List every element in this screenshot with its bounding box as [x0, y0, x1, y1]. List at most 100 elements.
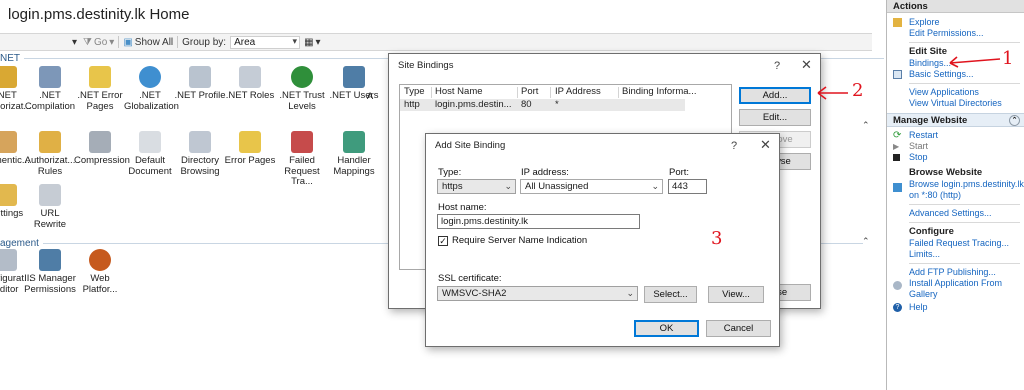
view-applications-link[interactable]: View Applications [887, 87, 1024, 98]
add-binding-title: Add Site Binding [435, 140, 506, 151]
add-binding-button[interactable]: Add... [739, 87, 811, 104]
view-certificate-button[interactable]: View... [708, 286, 764, 303]
type-label: Type: [438, 167, 462, 178]
manage-website-header[interactable]: Manage Website ⌃ [887, 113, 1024, 127]
go-button[interactable]: ⧩ Go ▾ [83, 37, 114, 48]
column-header-ip-address[interactable]: IP Address [555, 85, 601, 99]
edit-binding-button[interactable]: Edit... [739, 109, 811, 126]
select-certificate-button[interactable]: Select... [644, 286, 697, 303]
edit-permissions-link[interactable]: Edit Permissions... [887, 28, 1024, 39]
ok-button[interactable]: OK [634, 320, 699, 337]
column-header-host-name[interactable]: Host Name [435, 85, 483, 99]
configure-heading: Configure [909, 226, 954, 237]
annotation-1: 1 [1002, 48, 1014, 69]
basic-settings-link[interactable]: Basic Settings... [887, 69, 1024, 80]
config-editor-icon [0, 249, 17, 271]
browse-website-heading: Browse Website [909, 167, 983, 178]
permissions-icon [39, 249, 61, 271]
site-bindings-titlebar: Site Bindings ? ✕ [389, 54, 820, 82]
ssl-certificate-select[interactable]: WMSVC-SHA2 ⌄ [437, 286, 638, 301]
feature-net-trust-levels[interactable]: .NET Trust Levels [276, 66, 328, 112]
feature-url-rewrite[interactable]: URL Rewrite [24, 184, 76, 230]
explore-link[interactable]: Explore [887, 17, 1024, 28]
feature-directory-browsing[interactable]: Directory Browsing [174, 131, 226, 177]
feature-error-pages[interactable]: Error Pages [224, 131, 276, 167]
feature-net-globalization[interactable]: .NET Globalization [124, 66, 179, 112]
feature-default-document[interactable]: Default Document [124, 131, 176, 177]
roles-icon [239, 66, 261, 88]
gallery-icon [893, 281, 902, 290]
limits-link[interactable]: Limits... [887, 249, 1024, 260]
feature-iis-manager-permissions[interactable]: IIS Manager Permissions [24, 249, 76, 295]
collapse-management-group-button[interactable]: ⌃ [862, 236, 870, 247]
add-ftp-publishing-link[interactable]: Add FTP Publishing... [887, 267, 1024, 278]
advanced-settings-link[interactable]: Advanced Settings... [887, 208, 1024, 219]
column-header-binding-information[interactable]: Binding Informa... [622, 85, 696, 99]
feature-web-platform[interactable]: Web Platfor... [74, 249, 126, 295]
toolbar: ▾ ⧩ Go ▾ ▣ Show All Group by: Area ▦▾ [0, 33, 872, 51]
annotation-2: 2 [852, 80, 864, 101]
feature-truncated[interactable]: A [360, 91, 380, 103]
feature-net-profile[interactable]: .NET Profile [174, 66, 226, 102]
authentication-icon [0, 131, 17, 153]
failed-request-tracing-link[interactable]: Failed Request Tracing... [887, 238, 1024, 249]
failed-request-icon [291, 131, 313, 153]
group-by-label: Group by: [182, 36, 227, 48]
stop-link[interactable]: Stop [887, 152, 1024, 163]
settings-icon [0, 184, 17, 206]
show-all-icon: ▣ [123, 36, 133, 48]
feature-handler-mappings[interactable]: Handler Mappings [328, 131, 380, 177]
profile-icon [189, 66, 211, 88]
help-icon: ? [893, 303, 902, 312]
globe-icon [139, 66, 161, 88]
cell-port: 80 [521, 99, 532, 110]
rewrite-icon [39, 184, 61, 206]
ip-address-label: IP address: [521, 167, 569, 178]
site-bindings-title: Site Bindings [398, 60, 454, 71]
feature-compression[interactable]: Compression [74, 131, 130, 167]
add-site-binding-dialog: Add Site Binding ? ✕ Type: https ⌄ IP ad… [425, 133, 780, 347]
cancel-button[interactable]: Cancel [706, 320, 771, 337]
handler-icon [343, 131, 365, 153]
browse-link[interactable]: Browse login.pms.destinity.lk on *:80 (h… [887, 179, 1024, 201]
group-by-select[interactable]: Area [230, 35, 301, 49]
view-virtual-directories-link[interactable]: View Virtual Directories [887, 98, 1024, 109]
sni-checkbox[interactable]: ✓ [438, 236, 448, 246]
port-input[interactable]: 443 [668, 179, 707, 194]
cell-ip-address: * [555, 99, 559, 110]
help-icon[interactable]: ? [774, 54, 780, 78]
port-label: Port: [669, 167, 690, 178]
collapse-icon[interactable]: ⌃ [1009, 115, 1020, 126]
feature-net-error-pages[interactable]: .NET Error Pages [74, 66, 126, 112]
feature-authorization-rules[interactable]: Authorizat... Rules [24, 131, 76, 177]
actions-header: Actions [887, 0, 1024, 13]
stop-icon [893, 154, 900, 161]
filter-dropdown-icon[interactable]: ▾ [72, 37, 77, 48]
feature-failed-request-tracing[interactable]: Failed Request Tra... [276, 131, 328, 188]
column-header-type[interactable]: Type [404, 85, 425, 99]
restart-icon: ⟳ [893, 130, 902, 141]
type-select[interactable]: https ⌄ [437, 179, 516, 194]
host-name-input[interactable]: login.pms.destinity.lk [437, 214, 640, 229]
collapse-iis-group-button[interactable]: ⌃ [862, 120, 870, 131]
help-link[interactable]: ? Help [887, 302, 1024, 313]
install-application-link[interactable]: Install Application From Gallery [887, 278, 1024, 300]
ip-address-select[interactable]: All Unassigned ⌄ [520, 179, 663, 194]
lock-icon [0, 66, 17, 88]
view-mode-button[interactable]: ▦ ▾ [304, 37, 320, 48]
warning-404-icon [89, 66, 111, 88]
chevron-down-icon: ⌄ [504, 181, 512, 191]
chevron-down-icon: ⌄ [626, 288, 634, 298]
close-icon[interactable]: ✕ [760, 133, 771, 157]
host-name-label: Host name: [438, 202, 487, 213]
help-icon[interactable]: ? [731, 134, 737, 158]
column-header-port[interactable]: Port [521, 85, 538, 99]
authorization-icon [39, 131, 61, 153]
funnel-icon: ⧩ [83, 36, 92, 48]
close-icon[interactable]: ✕ [801, 53, 812, 77]
feature-net-roles[interactable]: .NET Roles [224, 66, 276, 102]
restart-link[interactable]: ⟳ Restart [887, 130, 1024, 141]
feature-net-compilation[interactable]: .NET Compilation [24, 66, 76, 112]
show-all-button[interactable]: ▣ Show All [123, 37, 173, 48]
start-link[interactable]: ▶ Start [887, 141, 1024, 152]
